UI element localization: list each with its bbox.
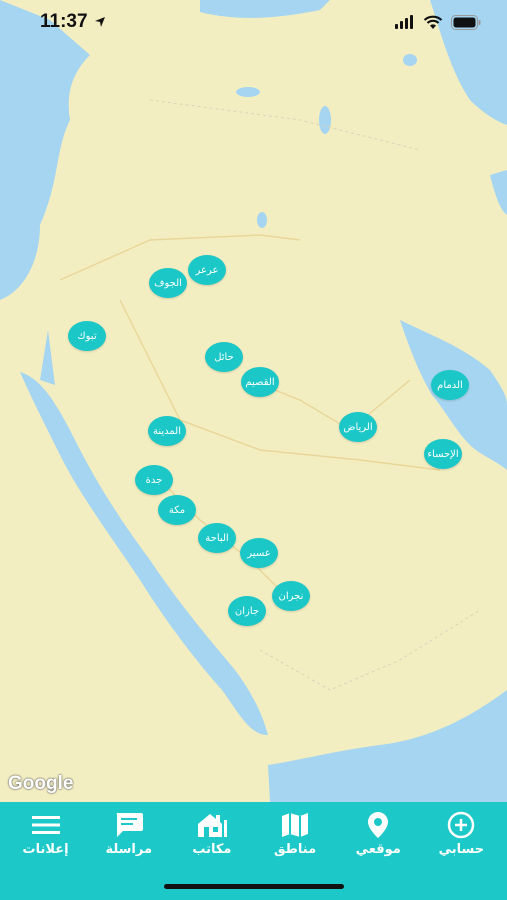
menu-icon <box>31 810 60 840</box>
location-arrow-icon <box>94 17 105 27</box>
region-pin-dammam[interactable]: الدمام <box>431 370 469 400</box>
add-circle-icon <box>447 810 475 840</box>
tab-my-account[interactable]: حسابي <box>421 810 501 857</box>
map-view[interactable]: عرعر الجوف تبوك حائل القصيم الدمام المدي… <box>0 0 507 802</box>
tab-ads[interactable]: إعلانات <box>6 810 86 857</box>
tab-my-location[interactable]: موقعي <box>338 810 418 857</box>
region-pin-jazan[interactable]: جازان <box>228 596 266 626</box>
status-bar: 11:37 <box>0 0 507 44</box>
region-pin-qassim[interactable]: القصيم <box>241 367 279 397</box>
location-pin-icon <box>367 810 389 840</box>
map-icon <box>281 810 309 840</box>
region-pin-baha[interactable]: الباحة <box>198 523 236 553</box>
status-time: 11:37 <box>40 11 88 32</box>
region-pin-asir[interactable]: عسير <box>240 538 278 568</box>
status-time-group: 11:37 <box>40 11 106 33</box>
home-indicator[interactable] <box>164 884 344 889</box>
battery-icon <box>451 14 481 30</box>
region-pin-jeddah[interactable]: جدة <box>135 465 173 495</box>
region-pin-riyadh[interactable]: الرياض <box>339 412 377 442</box>
region-pin-tabuk[interactable]: تبوك <box>68 321 106 351</box>
map-background <box>0 0 507 802</box>
region-pin-najran[interactable]: نجران <box>272 581 310 611</box>
tab-offices-label: مكاتب <box>192 842 232 857</box>
region-pin-arar[interactable]: عرعر <box>188 255 226 285</box>
tab-my-location-label: موقعي <box>355 842 401 857</box>
tab-my-account-label: حسابي <box>438 842 485 857</box>
tab-offices[interactable]: مكاتب <box>172 810 252 857</box>
region-pin-ahsa[interactable]: الإحساء <box>424 439 462 469</box>
tab-regions-label: مناطق <box>273 842 317 857</box>
google-attribution: Google <box>8 773 74 794</box>
office-icon <box>196 810 228 840</box>
region-pin-hail[interactable]: حائل <box>205 342 243 372</box>
signal-icon <box>395 15 413 29</box>
tab-regions[interactable]: مناطق <box>255 810 335 857</box>
region-pin-aljouf[interactable]: الجوف <box>149 268 187 298</box>
chat-icon <box>114 810 144 840</box>
region-pin-makkah[interactable]: مكة <box>158 495 196 525</box>
tab-ads-label: إعلانات <box>22 842 69 857</box>
tab-messages-label: مراسلة <box>105 842 153 857</box>
status-indicators <box>395 14 481 30</box>
wifi-icon <box>423 15 443 29</box>
tab-messages[interactable]: مراسلة <box>89 810 169 857</box>
region-pin-madinah[interactable]: المدينة <box>148 416 186 446</box>
